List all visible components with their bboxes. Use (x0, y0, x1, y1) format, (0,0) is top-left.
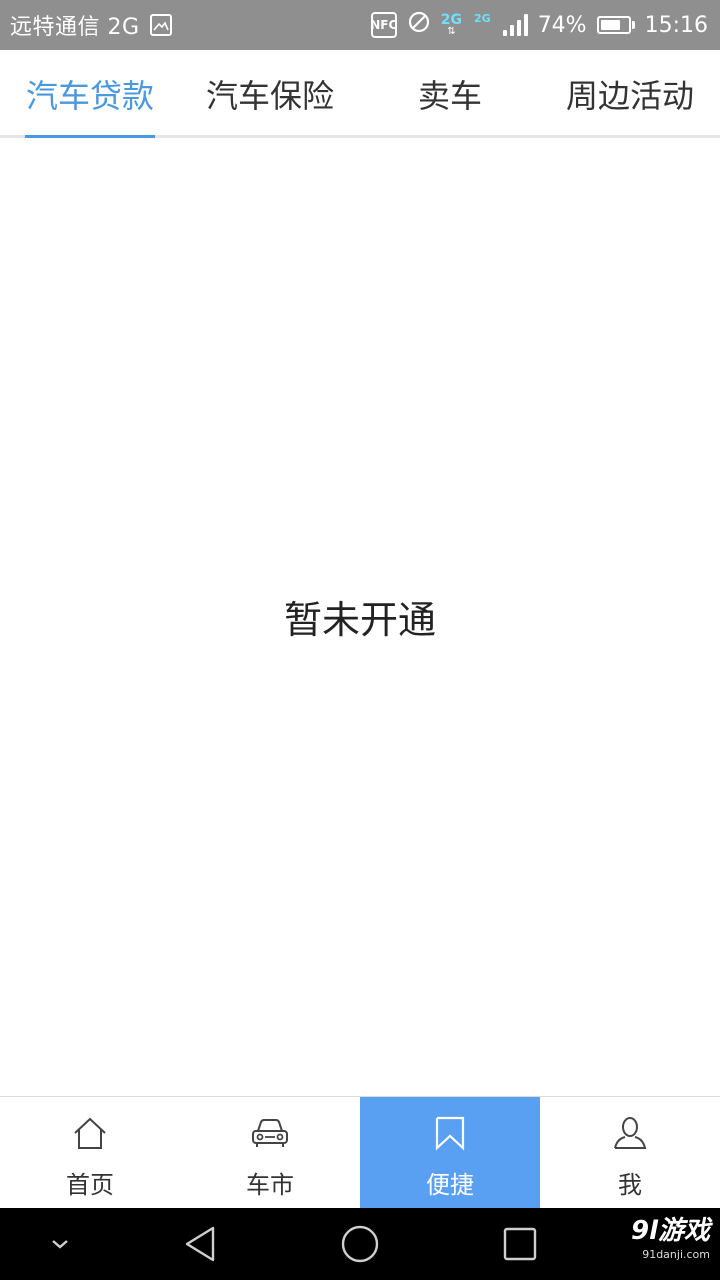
tab-label: 周边活动 (565, 77, 694, 115)
carrier-label: 远特通信 2G (10, 15, 140, 40)
app-screen: 远特通信 2G NFC 2G ⇅ 2G 74% 15:16 汽车贷款 汽车保险 … (0, 0, 720, 1280)
tab-car-loan[interactable]: 汽车贷款 (10, 50, 170, 138)
network-secondary-indicator: 2G (474, 13, 491, 24)
tab-sell-car[interactable]: 卖车 (380, 50, 520, 138)
image-notification-icon (149, 14, 172, 36)
bottom-navigation: 首页 车市 便捷 我 (0, 1096, 720, 1209)
watermark-sub: 91danji.com (642, 1248, 710, 1261)
back-triangle-icon (185, 1226, 215, 1262)
home-icon (74, 1117, 106, 1149)
user-icon (614, 1117, 647, 1149)
nav-label: 我 (618, 1171, 642, 1199)
nav-item-me[interactable]: 我 (540, 1097, 720, 1209)
battery-icon (596, 16, 635, 34)
top-tab-bar: 汽车贷款 汽车保险 卖车 周边活动 (0, 50, 720, 138)
chevron-down-icon (52, 1240, 68, 1249)
car-icon (252, 1119, 288, 1147)
back-button[interactable] (170, 1208, 230, 1280)
network-secondary-label: 2G (474, 11, 491, 25)
bookmark-icon (435, 1116, 465, 1151)
clock: 15:16 (644, 12, 708, 38)
status-bar: 远特通信 2G NFC 2G ⇅ 2G 74% 15:16 (0, 0, 720, 50)
tab-label: 卖车 (417, 77, 482, 115)
nav-label: 首页 (66, 1171, 114, 1199)
tab-label: 汽车保险 (205, 77, 334, 115)
nfc-icon: NFC (370, 12, 397, 38)
nav-item-home[interactable]: 首页 (0, 1097, 180, 1209)
empty-state-message: 暂未开通 (283, 597, 436, 642)
home-system-button[interactable] (330, 1208, 390, 1280)
recents-button[interactable] (490, 1208, 550, 1280)
system-navigation-bar: 9l游戏 91danji.com (0, 1208, 720, 1280)
hide-nav-button[interactable] (30, 1208, 90, 1280)
nav-label: 车市 (246, 1171, 294, 1199)
watermark-main: 9l游戏 (630, 1216, 710, 1246)
signal-strength-icon (502, 14, 528, 36)
network-primary-label: 2G (440, 12, 462, 28)
do-not-disturb-icon (407, 10, 431, 40)
nav-item-car-market[interactable]: 车市 (180, 1097, 360, 1209)
network-type-indicator: 2G ⇅ (441, 13, 462, 37)
status-right: NFC 2G ⇅ 2G 74% 15:16 (370, 10, 708, 40)
tab-nearby-events[interactable]: 周边活动 (550, 50, 710, 138)
content-area: 暂未开通 (0, 138, 720, 1096)
data-activity-icon: ⇅ (447, 26, 456, 37)
recents-square-icon (503, 1227, 537, 1261)
watermark-logo: 9l游戏 91danji.com (631, 1218, 710, 1261)
tab-car-insurance[interactable]: 汽车保险 (190, 50, 350, 138)
battery-percent: 74% (537, 12, 587, 38)
tab-label: 汽车贷款 (25, 77, 154, 115)
nav-item-shortcuts[interactable]: 便捷 (360, 1097, 540, 1209)
nav-label: 便捷 (426, 1171, 474, 1199)
home-circle-icon (341, 1225, 379, 1263)
status-left: 远特通信 2G (10, 9, 172, 41)
